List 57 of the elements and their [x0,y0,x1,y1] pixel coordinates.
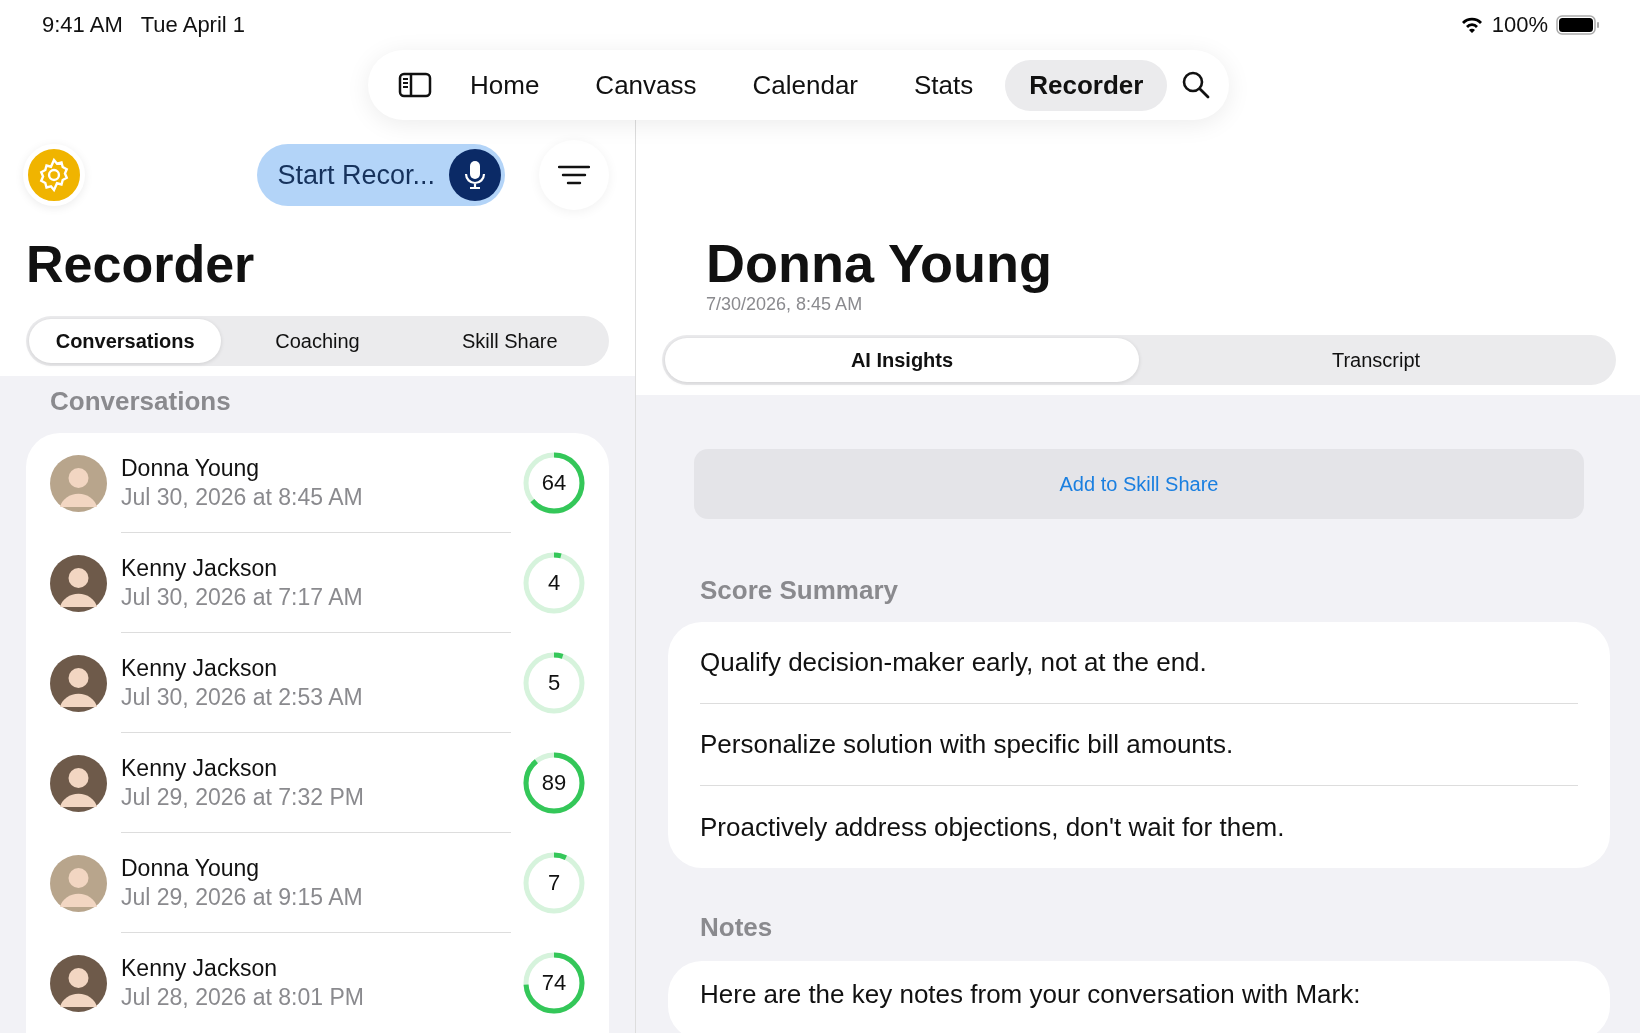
nav-tab[interactable]: Calendar [728,59,883,111]
status-time: 9:41 AM [42,12,123,38]
contact-name: Kenny Jackson [121,554,278,582]
section-heading: Conversations [50,386,232,417]
conversation-row[interactable]: Kenny Jackson Jul 29, 2026 at 7:32 PM 89 [26,733,609,833]
avatar-icon [50,654,107,712]
segment-tab[interactable]: Skill Share [413,319,606,363]
segment-tab[interactable]: AI Insights [665,338,1139,382]
avatar-icon [50,854,107,912]
summary-item: Proactively address objections, don't wait for them. [700,811,1285,843]
page-title: Recorder [26,234,256,294]
section-heading: Notes [700,912,774,943]
battery-icon [1556,15,1600,35]
battery-percent: 100% [1491,12,1548,38]
conversation-row[interactable]: Donna Young Jul 30, 2026 at 8:45 AM 64 [26,433,609,533]
contact-name: Kenny Jackson [121,654,278,682]
microphone-icon [449,149,501,201]
score-value: 5 [547,670,561,696]
conversation-row[interactable]: Kenny Jackson Jul 30, 2026 at 7:17 AM 4 [26,533,609,633]
conversation-date: Jul 30, 2026 at 8:45 AM [121,483,364,511]
segment-tab[interactable]: Conversations [29,319,222,363]
avatar-icon [50,954,107,1012]
conversation-row[interactable]: Donna Young Jul 29, 2026 at 9:15 AM 7 [26,833,609,933]
conversation-date: Jul 29, 2026 at 7:32 PM [121,783,365,811]
summary-item: Qualify decision-maker early, not at the end. [700,647,1207,678]
nav-tab[interactable]: Stats [890,59,998,111]
contact-name: Kenny Jackson [121,754,278,782]
nav-tab[interactable]: Home [446,59,564,111]
score-value: 74 [541,970,567,996]
segment-tab[interactable]: Coaching [221,319,414,363]
start-recording-button[interactable]: Start Recor... [257,144,505,206]
conversation-date: Jul 30, 2026 at 2:53 AM [121,683,364,711]
contact-title: Donna Young [706,232,1053,294]
contact-name: Donna Young [121,854,261,882]
avatar-icon [50,754,107,812]
filter-icon [558,165,590,185]
score-value: 7 [547,870,561,896]
summary-item: Personalize solution with specific bill amounts. [700,729,1234,760]
avatar-icon [50,454,107,512]
conversation-date: Jul 30, 2026 at 7:17 AM [121,583,364,611]
conversation-row[interactable]: Kenny Jackson Jul 30, 2026 at 2:53 AM 5 [26,633,609,733]
nav-tab[interactable]: Canvass [571,59,721,111]
section-heading: Score Summary [700,575,899,606]
nav-tab[interactable]: Recorder [1005,59,1168,111]
conversation-date: Jul 29, 2026 at 9:15 AM [121,883,364,911]
score-value: 64 [541,470,567,496]
notes-text: Here are the key notes from your conversation with Mark: [700,979,1361,1009]
contact-name: Kenny Jackson [121,955,278,982]
score-value: 4 [547,570,561,596]
score-value: 89 [541,770,567,796]
recording-date: 7/30/2026, 8:45 AM [706,294,864,315]
segment-tab[interactable]: Transcript [1139,338,1613,382]
conversation-row[interactable]: Kenny Jackson Jul 28, 2026 at 8:01 PM 74 [26,933,609,1033]
conversation-date: Jul 28, 2026 at 8:01 PM [121,984,365,1011]
status-date: Tue April 1 [140,12,246,38]
avatar-icon [50,554,107,612]
contact-name: Donna Young [121,454,261,482]
